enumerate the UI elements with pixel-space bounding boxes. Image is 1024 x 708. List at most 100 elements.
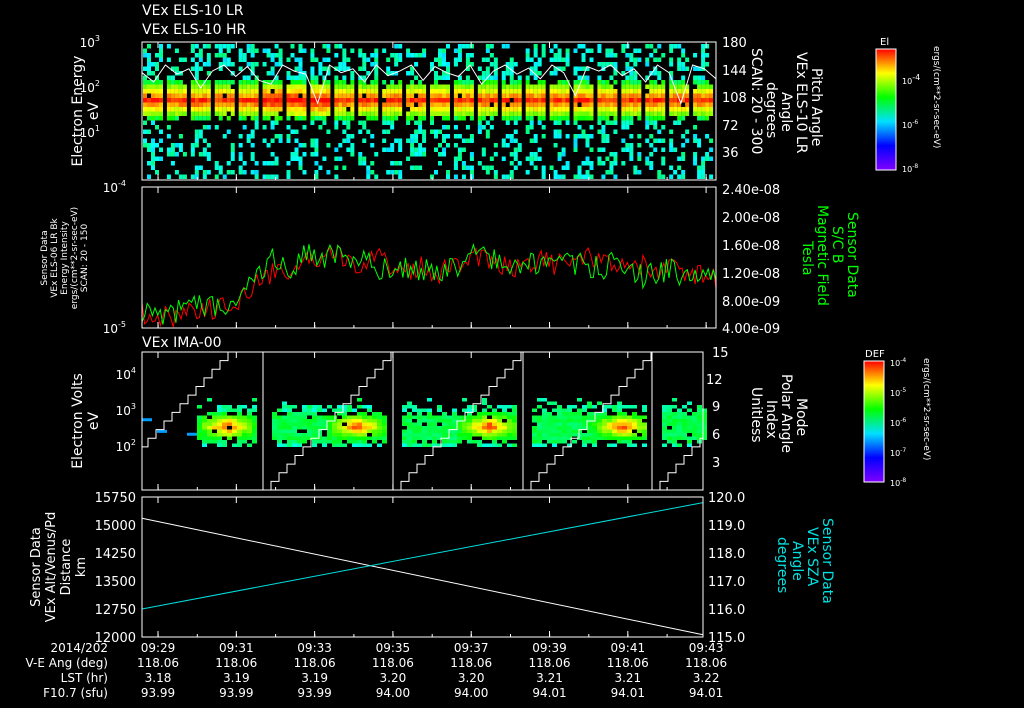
spectrogram-cell (677, 422, 682, 426)
spectrogram-cell (318, 116, 323, 121)
spectrogram-cell (667, 433, 672, 437)
spectrogram-cell (529, 57, 534, 62)
spectrogram-cell (597, 161, 602, 166)
spectrogram-cell (270, 125, 275, 130)
spectrogram-cell (505, 174, 510, 179)
spectrogram-cell (573, 71, 578, 76)
spectrogram-cell (202, 102, 207, 107)
spectrogram-cell (342, 138, 347, 143)
spectrogram-cell (390, 53, 395, 58)
spectrogram-cell (597, 75, 602, 80)
spectrogram-cell (465, 57, 470, 62)
spectrogram-cell (561, 111, 566, 116)
spectrogram-cell (143, 138, 147, 143)
spectrogram-cell (487, 419, 492, 423)
spectrogram-cell (147, 53, 151, 58)
spectrogram-cell (382, 120, 387, 125)
spectrogram-cell (497, 422, 502, 426)
lst-value: 3.21 (536, 671, 563, 685)
spectrogram-cell (190, 152, 195, 157)
spectrogram-cell (485, 102, 490, 107)
spectrogram-cell (597, 84, 602, 89)
spectrogram-cell (143, 84, 147, 89)
spectrogram-cell (453, 48, 458, 53)
spectrogram-cell (242, 93, 247, 98)
spectrogram-cell (477, 116, 482, 121)
spectrogram-cell (327, 440, 332, 444)
spectrogram-cell (194, 107, 199, 112)
spectrogram-cell (597, 419, 602, 423)
spectrogram-cell (442, 152, 446, 157)
spectrogram-cell (347, 408, 352, 412)
spectrogram-cell (477, 419, 482, 423)
spectrogram-cell (622, 422, 627, 426)
spectrogram-cell (547, 401, 552, 405)
spectrogram-cell (198, 53, 203, 58)
spectrogram-cell (537, 57, 542, 62)
spectrogram-cell (489, 111, 494, 116)
spectrogram-cell (446, 134, 450, 139)
spectrogram-cell (501, 93, 506, 98)
spectrogram-cell (589, 93, 594, 98)
spectrogram-cell (533, 84, 538, 89)
spectrogram-cell (159, 84, 163, 89)
spectrogram-cell (202, 44, 207, 49)
spectrogram-cell (677, 66, 682, 71)
spectrogram-cell (262, 62, 267, 67)
spectrogram-cell (358, 98, 363, 103)
p1-y2tick-36: 36 (722, 146, 739, 161)
spectrogram-cell (461, 147, 466, 152)
spectrogram-cell (673, 170, 678, 175)
spectrogram-cell (461, 44, 466, 49)
spectrogram-cell (582, 443, 587, 447)
spectrogram-cell (617, 405, 622, 409)
p4-ytick-2: 13500 (95, 575, 136, 590)
spectrogram-cell (613, 107, 618, 112)
spectrogram-cell (453, 93, 458, 98)
spectrogram-cell (174, 143, 179, 148)
spectrogram-cell (581, 93, 586, 98)
spectrogram-cell (446, 98, 450, 103)
spectrogram-cell (174, 152, 179, 157)
spectrogram-cell (585, 161, 590, 166)
spectrogram-cell (457, 426, 462, 430)
spectrogram-cell (334, 156, 339, 161)
spectrogram-cell (553, 174, 558, 179)
spectrogram-cell (394, 116, 399, 121)
spectrogram-cell (278, 102, 283, 107)
spectrogram-cell (418, 165, 423, 170)
spectrogram-cell (242, 116, 247, 121)
spectrogram-cell (597, 116, 602, 121)
spectrogram-cell (557, 134, 562, 139)
spectrogram-cell (242, 426, 247, 430)
spectrogram-cell (667, 419, 672, 423)
spectrogram-cell (298, 107, 303, 112)
spectrogram-cell (493, 170, 498, 175)
spectrogram-cell (557, 419, 562, 423)
spectrogram-cell (512, 436, 517, 440)
spectrogram-cell (557, 84, 562, 89)
spectrogram-cell (374, 107, 379, 112)
spectrogram-cell (549, 93, 554, 98)
spectrogram-cell (446, 75, 450, 80)
spectrogram-cell (481, 93, 486, 98)
spectrogram-cell (597, 98, 602, 103)
spectrogram-cell (155, 156, 159, 161)
spectrogram-cell (549, 89, 554, 94)
spectrogram-cell (290, 53, 295, 58)
spectrogram-cell (190, 66, 195, 71)
spectrogram-cell (338, 116, 343, 121)
spectrogram-cell (693, 102, 698, 107)
spectrogram-cell (657, 89, 662, 94)
spectrogram-cell (625, 143, 630, 148)
spectrogram-cell (282, 415, 287, 419)
spectrogram-cell (317, 415, 322, 419)
spectrogram-cell (489, 98, 494, 103)
spectrogram-cell (489, 93, 494, 98)
spectrogram-cell (143, 143, 147, 148)
spectrogram-cell (206, 102, 211, 107)
spectrogram-cell (246, 62, 251, 67)
f107-value: 94.01 (532, 686, 566, 700)
spectrogram-cell (709, 98, 714, 103)
spectrogram-cell (334, 107, 339, 112)
